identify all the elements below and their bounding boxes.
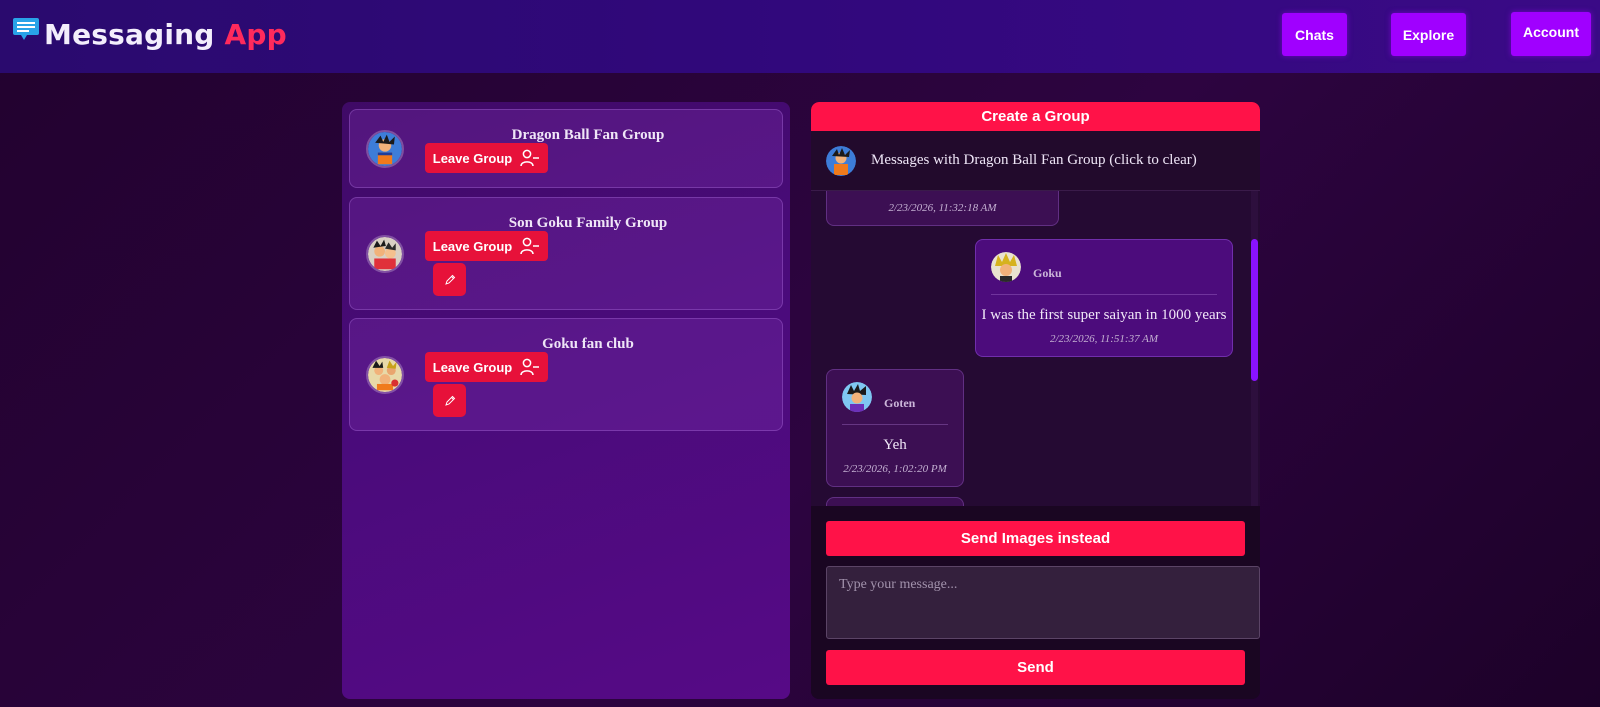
leave-group-button[interactable]: Leave Group <box>425 352 548 382</box>
message-text: Yeh <box>883 437 907 453</box>
pencil-icon <box>444 395 455 406</box>
message-divider <box>991 294 1217 295</box>
group-name: Goku fan club <box>542 336 634 352</box>
chat-group-avatar <box>826 145 856 176</box>
message-input[interactable] <box>826 566 1260 639</box>
message-time: 2/23/2026, 11:32:18 AM <box>888 202 997 214</box>
nav-explore-button[interactable]: Explore <box>1391 13 1466 56</box>
message-bubble: 2/23/2026, 11:32:18 AM <box>826 191 1059 226</box>
message-time: 2/23/2026, 11:51:37 AM <box>1049 333 1159 345</box>
message-text: I was the first super saiyan in 1000 yea… <box>981 307 1227 323</box>
top-navbar: Messaging App Chats Explore Account <box>0 0 1600 73</box>
message-bubble-mine: Goku I was the first super saiyan in 100… <box>975 239 1233 357</box>
user-minus-icon <box>520 149 540 167</box>
group-avatar <box>366 235 404 273</box>
leave-group-button[interactable]: Leave Group <box>425 143 548 173</box>
group-list-panel: Dragon Ball Fan Group Leave Group Son Go… <box>342 102 790 699</box>
chat-bubble-icon <box>12 16 42 46</box>
message-bubble <box>826 497 964 506</box>
edit-group-button[interactable] <box>433 263 466 296</box>
group-card-son-goku-family-group[interactable]: Son Goku Family Group Leave Group <box>349 197 783 310</box>
send-images-button[interactable]: Send Images instead <box>826 521 1245 556</box>
message-composer: Send Images instead Send <box>811 506 1260 699</box>
send-button[interactable]: Send <box>826 650 1245 685</box>
pencil-icon <box>444 274 455 285</box>
user-minus-icon <box>520 358 540 376</box>
group-avatar <box>366 356 404 394</box>
sender-avatar <box>991 252 1021 282</box>
chat-header-title[interactable]: Messages with Dragon Ball Fan Group (cli… <box>871 152 1197 169</box>
message-divider <box>842 424 948 425</box>
group-card-goku-fan-club[interactable]: Goku fan club Leave Group <box>349 318 783 431</box>
edit-group-button[interactable] <box>433 384 466 417</box>
nav-chats-button[interactable]: Chats <box>1282 13 1347 56</box>
message-list[interactable]: 2/23/2026, 11:32:18 AM Goku I was the fi… <box>811 191 1260 506</box>
app-logo[interactable]: Messaging App <box>12 16 287 51</box>
create-group-button[interactable]: Create a Group <box>811 102 1260 131</box>
app-title-accent: App <box>224 18 287 51</box>
leave-group-label: Leave Group <box>432 150 513 166</box>
nav-account-button[interactable]: Account <box>1511 12 1591 56</box>
group-card-dragon-ball-fan-group[interactable]: Dragon Ball Fan Group Leave Group <box>349 109 783 188</box>
leave-group-label: Leave Group <box>432 238 513 254</box>
leave-group-label: Leave Group <box>432 359 513 375</box>
sender-avatar <box>842 382 872 412</box>
message-sender: Goku <box>1033 266 1062 280</box>
group-name: Son Goku Family Group <box>508 215 668 231</box>
message-time: 2/23/2026, 1:02:20 PM <box>843 463 947 475</box>
leave-group-button[interactable]: Leave Group <box>425 231 548 261</box>
message-bubble: Goten Yeh 2/23/2026, 1:02:20 PM <box>826 369 964 487</box>
message-sender: Goten <box>884 396 916 410</box>
chat-panel: Create a Group Messages with Dragon Ball… <box>811 102 1260 699</box>
app-title: Messaging App <box>44 18 287 51</box>
chat-header[interactable]: Messages with Dragon Ball Fan Group (cli… <box>811 131 1260 191</box>
group-name: Dragon Ball Fan Group <box>511 127 665 143</box>
message-scrollbar-thumb[interactable] <box>1251 239 1258 381</box>
user-minus-icon <box>520 237 540 255</box>
